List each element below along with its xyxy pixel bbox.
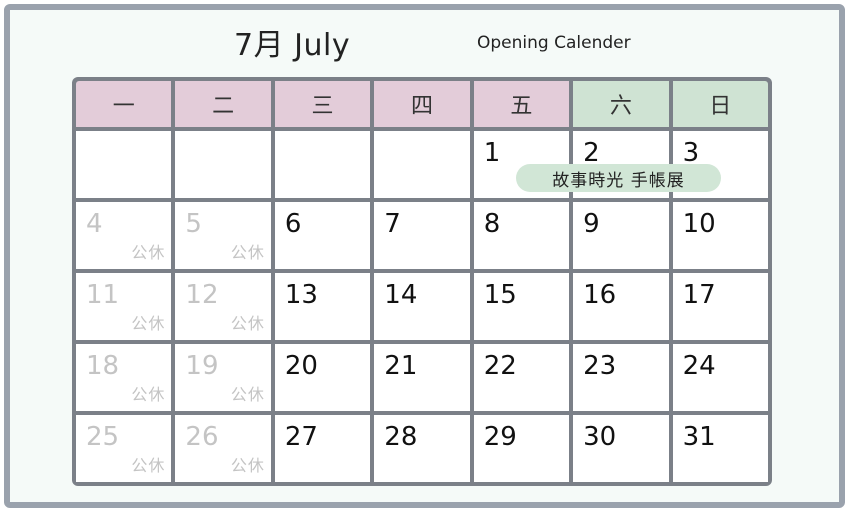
empty-day-cell: [374, 131, 470, 198]
day-cell[interactable]: 16: [573, 273, 669, 340]
empty-day-cell: [76, 131, 172, 198]
day-cell[interactable]: 24: [672, 344, 768, 411]
day-number: 7: [384, 209, 401, 239]
holiday-label: 公休: [131, 456, 166, 475]
day-cell[interactable]: 14: [374, 273, 470, 340]
day-number: 24: [682, 351, 716, 381]
calendar-subtitle: Opening Calender: [477, 33, 631, 53]
day-number: 29: [483, 422, 517, 452]
day-cell[interactable]: 18 公休: [76, 344, 172, 411]
day-number: 31: [682, 422, 716, 452]
day-cell[interactable]: 20: [274, 344, 371, 411]
holiday-label: 公休: [131, 385, 166, 404]
day-number: 8: [483, 209, 501, 239]
day-number: 22: [483, 351, 517, 381]
day-cell[interactable]: 28: [374, 415, 470, 482]
calendar-grid: 一 二 三 四 五 六 日 1 2 3 4 公休 5 公休 6 7 8 9 10 11 公休 12 公休 13 1…: [72, 77, 772, 486]
holiday-label: 公休: [230, 243, 265, 262]
empty-day-cell: [274, 131, 371, 198]
day-cell[interactable]: 27: [274, 415, 371, 482]
holiday-label: 公休: [230, 385, 265, 404]
weekday-header-mon: 一: [76, 81, 172, 127]
day-cell[interactable]: 22: [473, 344, 570, 411]
day-cell[interactable]: 30: [573, 415, 669, 482]
event-pill[interactable]: 故事時光 手帳展: [516, 164, 721, 192]
weekday-header-thu: 四: [374, 81, 470, 127]
day-number: 9: [583, 209, 600, 239]
day-number: 4: [86, 209, 103, 239]
day-number: 19: [185, 351, 219, 381]
day-number: 26: [185, 422, 219, 452]
day-cell[interactable]: 26 公休: [175, 415, 271, 482]
day-number: 18: [86, 351, 120, 381]
day-cell[interactable]: 15: [473, 273, 570, 340]
day-cell[interactable]: 4 公休: [76, 202, 172, 269]
holiday-label: 公休: [230, 456, 265, 475]
day-number: 30: [583, 422, 617, 452]
day-number: 23: [583, 351, 617, 381]
day-number: 17: [682, 280, 716, 310]
day-number: 16: [583, 280, 617, 310]
day-number: 21: [384, 351, 418, 381]
day-number: 10: [682, 209, 716, 239]
empty-day-cell: [175, 131, 271, 198]
day-cell[interactable]: 12 公休: [175, 273, 271, 340]
day-number: 1: [483, 138, 501, 168]
day-number: 20: [284, 351, 318, 381]
day-number: 11: [86, 280, 120, 310]
day-cell[interactable]: 29: [473, 415, 570, 482]
day-cell[interactable]: 9: [573, 202, 669, 269]
day-number: 5: [185, 209, 202, 239]
weekday-header-wed: 三: [274, 81, 371, 127]
day-cell[interactable]: 31: [672, 415, 768, 482]
day-cell[interactable]: 7: [374, 202, 470, 269]
day-cell[interactable]: 25 公休: [76, 415, 172, 482]
day-cell[interactable]: 21: [374, 344, 470, 411]
day-cell[interactable]: 11 公休: [76, 273, 172, 340]
day-cell[interactable]: 10: [672, 202, 768, 269]
day-number: 13: [284, 280, 318, 310]
weekday-header-sun: 日: [672, 81, 768, 127]
day-number: 28: [384, 422, 418, 452]
weekday-header-fri: 五: [473, 81, 570, 127]
holiday-label: 公休: [230, 314, 265, 333]
day-cell[interactable]: 6: [274, 202, 371, 269]
weekday-header-sat: 六: [573, 81, 669, 127]
holiday-label: 公休: [131, 243, 166, 262]
day-number: 25: [86, 422, 120, 452]
day-cell[interactable]: 5 公休: [175, 202, 271, 269]
day-cell[interactable]: 19 公休: [175, 344, 271, 411]
day-cell[interactable]: 13: [274, 273, 371, 340]
day-number: 14: [384, 280, 418, 310]
day-cell[interactable]: 23: [573, 344, 669, 411]
day-number: 27: [284, 422, 318, 452]
day-cell[interactable]: 17: [672, 273, 768, 340]
day-number: 15: [483, 280, 517, 310]
holiday-label: 公休: [131, 314, 166, 333]
day-number: 12: [185, 280, 219, 310]
calendar-title: 7月 July: [234, 28, 351, 63]
day-cell[interactable]: 8: [473, 202, 570, 269]
day-number: 6: [284, 209, 302, 239]
weekday-header-tue: 二: [175, 81, 271, 127]
